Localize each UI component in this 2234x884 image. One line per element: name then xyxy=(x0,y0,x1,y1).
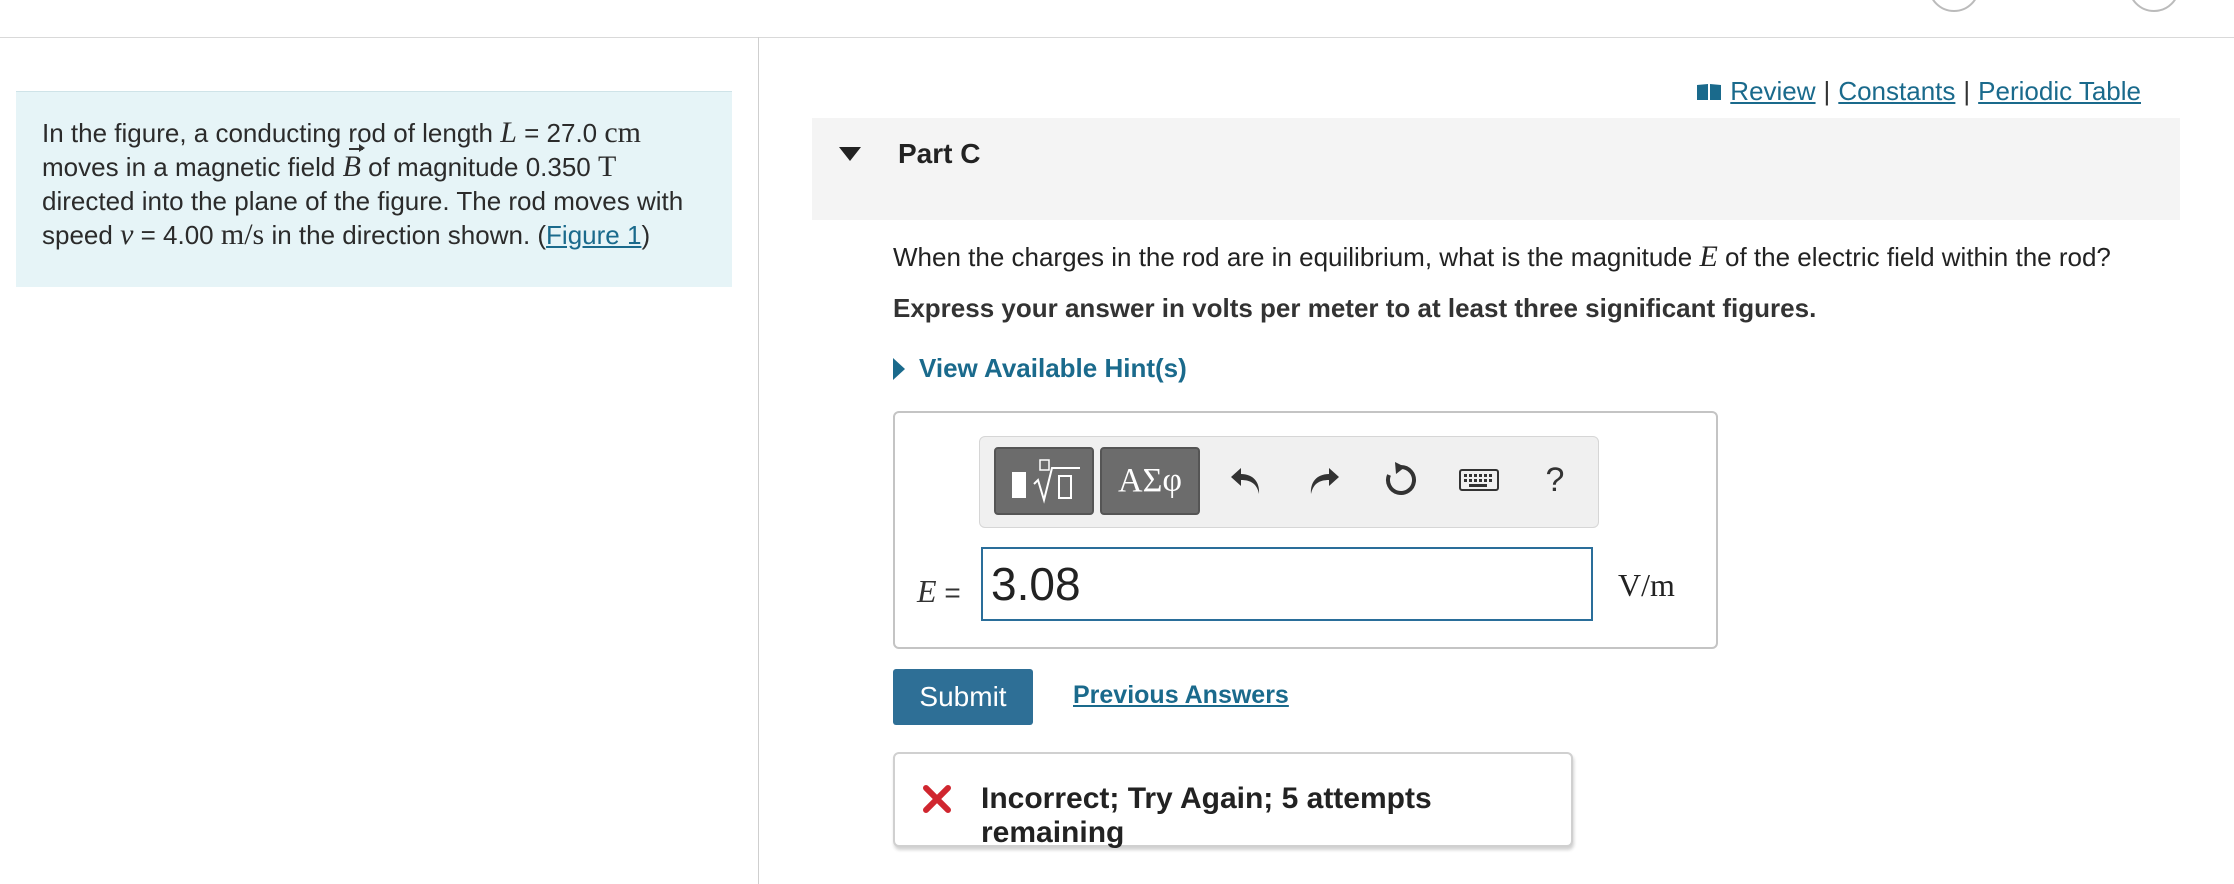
constants-link[interactable]: Constants xyxy=(1838,76,1955,107)
intro-text: moves in a magnetic field xyxy=(42,152,343,182)
top-circle-button[interactable] xyxy=(1928,0,1980,12)
unit-tesla: T xyxy=(597,150,617,183)
reset-icon[interactable] xyxy=(1376,455,1426,505)
math-toolbar: ΑΣφ ? xyxy=(979,436,1599,528)
var-electric-field: E xyxy=(1699,240,1718,273)
resource-links: Review | Constants | Periodic Table xyxy=(1696,76,2141,107)
top-bar xyxy=(0,0,2234,38)
question-part: When the charges in the rod are in equil… xyxy=(893,242,1700,272)
help-button[interactable]: ? xyxy=(1530,455,1580,505)
answer-instruction: Express your answer in volts per meter t… xyxy=(893,293,1817,323)
hints-label: View Available Hint(s) xyxy=(919,353,1187,383)
undo-icon[interactable] xyxy=(1222,455,1272,505)
question-text: When the charges in the rod are in equil… xyxy=(893,240,2111,274)
separator: | xyxy=(1963,76,1971,106)
question-part: of the electric field within the rod? xyxy=(1717,242,2111,272)
intro-text: in the direction shown. ( xyxy=(264,220,547,250)
feedback-box: Incorrect; Try Again; 5 attempts remaini… xyxy=(893,752,1573,849)
previous-answers-link[interactable]: Previous Answers xyxy=(1073,681,1289,710)
intro-text: In the figure, a conducting rod of lengt… xyxy=(42,118,501,148)
templates-icon xyxy=(1012,459,1080,504)
var-field-vector: B xyxy=(342,144,365,183)
intro-line: moves in a magnetic field B of magnitude… xyxy=(42,144,706,184)
greek-symbols-button[interactable]: ΑΣφ xyxy=(1100,447,1200,515)
var-speed: v xyxy=(120,218,134,251)
intro-line: In the figure, a conducting rod of lengt… xyxy=(42,116,706,150)
unit-mps: m/s xyxy=(220,218,265,251)
figure-link[interactable]: Figure 1 xyxy=(546,220,641,250)
answer-input[interactable] xyxy=(981,547,1593,621)
unit-cm: cm xyxy=(604,116,642,149)
var-length: L xyxy=(500,116,517,149)
answer-variable: E xyxy=(917,573,937,609)
collapse-caret-icon[interactable] xyxy=(839,147,861,161)
intro-line: speed v = 4.00 m/s in the direction show… xyxy=(42,218,706,252)
feedback-text: Incorrect; Try Again; 5 attempts remaini… xyxy=(981,782,1432,849)
speed-value: = 4.00 xyxy=(133,220,221,250)
equals-sign: = xyxy=(936,577,961,608)
top-circle-button[interactable] xyxy=(2128,0,2180,12)
part-title: Part C xyxy=(898,138,981,169)
length-value: = 27.0 xyxy=(516,118,605,148)
submit-button[interactable]: Submit xyxy=(893,669,1033,725)
intro-text: speed xyxy=(42,220,121,250)
review-link[interactable]: Review xyxy=(1730,76,1815,107)
hints-toggle[interactable]: View Available Hint(s) xyxy=(893,353,1187,384)
keyboard-icon[interactable] xyxy=(1454,455,1504,505)
part-header[interactable]: Part C xyxy=(812,118,2180,220)
answer-label: E = xyxy=(917,573,961,610)
x-icon xyxy=(923,785,951,813)
intro-line: directed into the plane of the figure. T… xyxy=(42,186,684,216)
column-divider xyxy=(758,37,759,884)
caret-right-icon xyxy=(893,357,905,380)
redo-icon[interactable] xyxy=(1298,455,1348,505)
periodic-table-link[interactable]: Periodic Table xyxy=(1978,76,2141,107)
answer-unit: V/m xyxy=(1618,567,1675,603)
problem-intro: In the figure, a conducting rod of lengt… xyxy=(16,91,732,287)
intro-text: ) xyxy=(641,220,651,250)
book-icon xyxy=(1697,83,1722,100)
separator: | xyxy=(1823,76,1831,106)
templates-button[interactable] xyxy=(994,447,1094,515)
answer-box: ΑΣφ ? E = 3.08 V/m xyxy=(893,411,1718,649)
field-value: of magnitude 0.350 xyxy=(360,152,598,182)
